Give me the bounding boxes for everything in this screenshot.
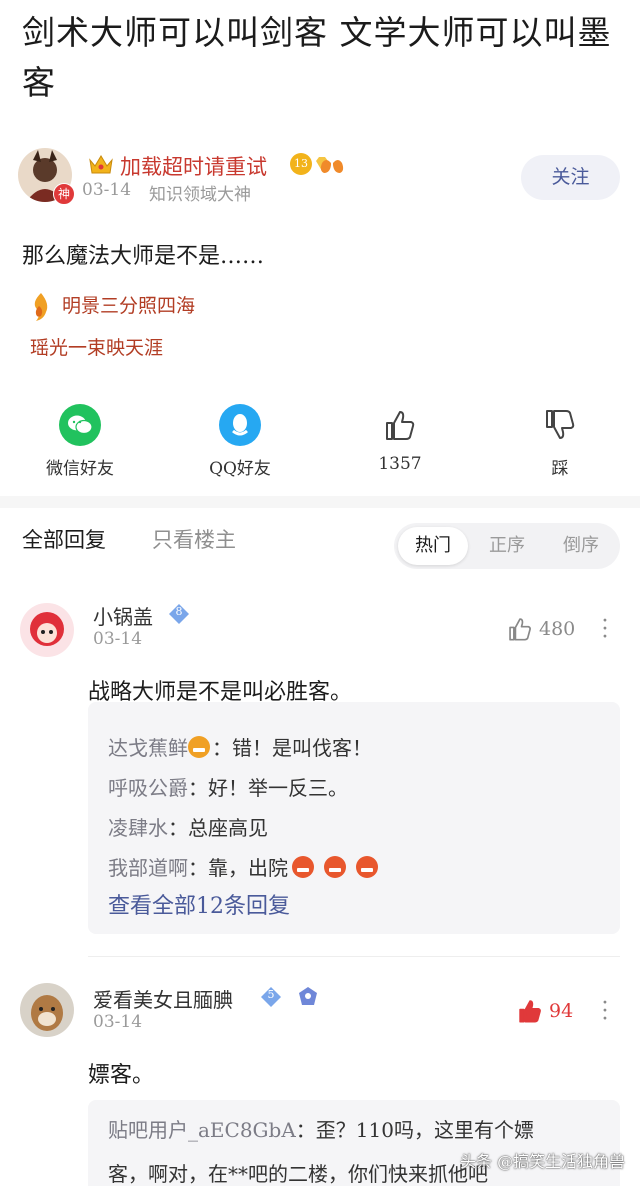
crown-icon — [88, 152, 114, 176]
thumbs-down-icon — [539, 404, 581, 446]
like-count: 1357 — [378, 454, 422, 474]
angel-emoji-icon — [188, 736, 210, 758]
comment-like-count: 94 — [549, 1000, 574, 1022]
thumbs-up-filled-icon — [519, 1000, 541, 1023]
comment-date: 03-14 — [93, 1012, 143, 1032]
more-options-icon[interactable]: · · · — [598, 993, 612, 1031]
commenter-avatar[interactable] — [20, 983, 74, 1037]
qq-icon — [219, 404, 261, 446]
qq-label: QQ好友 — [209, 459, 271, 479]
reply-text: ：好！举一反三。 — [188, 776, 348, 800]
reply-text: ：靠，出院 — [188, 856, 288, 880]
tab-op-only[interactable]: 只看楼主 — [152, 524, 236, 554]
see-all-replies-link[interactable]: 查看全部12条回复 — [108, 888, 290, 920]
dislike-label: 踩 — [551, 459, 569, 479]
reply-text: ：总座高见 — [168, 816, 268, 840]
comment-separator — [88, 956, 620, 957]
avatar-god-badge: 神 — [53, 183, 75, 205]
author-name[interactable]: 加载超时请重试 — [120, 151, 267, 181]
signature-line-1: 明景三分照四海 — [62, 295, 196, 317]
comment-text: 嫖客。 — [88, 1063, 155, 1088]
share-qq[interactable]: QQ好友 — [190, 404, 290, 479]
reply-text: ：歪？110吗，这里有个嫖 — [295, 1118, 534, 1142]
comment-date: 03-14 — [93, 629, 143, 649]
reply-user[interactable]: 呼吸公爵 — [108, 776, 188, 800]
section-divider — [0, 496, 640, 508]
wechat-label: 微信好友 — [46, 459, 114, 479]
lungs-icon — [318, 153, 346, 179]
level-diamond-icon: 5 — [260, 986, 282, 1008]
comment-like-button[interactable]: 94 — [517, 998, 573, 1024]
author-title: 知识领域大神 — [149, 185, 251, 205]
like-post-button[interactable]: 1357 — [350, 404, 450, 474]
angry-emoji-icon — [292, 856, 314, 878]
comment-like-button[interactable]: 480 — [507, 616, 575, 642]
comment-like-count: 480 — [539, 618, 576, 640]
reply-box: 达戈蕉鲜 ：错！是叫伐客！ 呼吸公爵：好！举一反三。 凌肆水：总座高见 我部道啊：… — [88, 702, 620, 934]
share-wechat[interactable]: 微信好友 — [30, 404, 130, 479]
reply-box: 贴吧用户_aEC8GbA：歪？110吗，这里有个嫖 客，啊对，在**吧的二楼，你… — [88, 1100, 620, 1186]
level-diamond-icon: 8 — [168, 603, 190, 625]
reply-user[interactable]: 贴吧用户_aEC8GbA — [108, 1118, 296, 1142]
sort-descending[interactable]: 倒序 — [546, 527, 616, 565]
thumbs-up-icon — [509, 618, 531, 641]
reply-item[interactable]: 我部道啊：靠，出院 — [108, 852, 378, 881]
commenter-name[interactable]: 小锅盖 — [93, 601, 153, 630]
dislike-button[interactable]: 踩 — [510, 404, 610, 479]
flame-icon — [30, 292, 52, 326]
more-options-icon[interactable]: · · · — [598, 611, 612, 649]
reply-item[interactable]: 凌肆水：总座高见 — [108, 812, 268, 841]
watermark: 头条 @搞笑生活独角兽 — [460, 1152, 626, 1171]
commenter-avatar[interactable] — [20, 603, 74, 657]
post-title: 剑术大师可以叫剑客 文学大师可以叫墨客 — [22, 13, 612, 102]
reply-user[interactable]: 达戈蕉鲜 — [108, 736, 188, 760]
reply-text: ：错！是叫伐客！ — [212, 736, 372, 760]
thumbs-up-icon — [379, 404, 421, 446]
reply-item[interactable]: 呼吸公爵：好！举一反三。 — [108, 772, 348, 801]
angry-emoji-icon — [356, 856, 378, 878]
sort-ascending[interactable]: 正序 — [472, 527, 542, 565]
post-content: 那么魔法大师是不是…… — [22, 244, 265, 269]
wechat-icon — [59, 404, 101, 446]
follow-button[interactable]: 关注 — [521, 155, 620, 200]
reply-item[interactable]: 贴吧用户_aEC8GbA：歪？110吗，这里有个嫖 — [108, 1114, 534, 1143]
commenter-name[interactable]: 爱看美女且腼腆 — [93, 984, 233, 1013]
reply-item-continued: 客，啊对，在**吧的二楼，你们快来抓他吧 — [108, 1162, 488, 1186]
sort-toggle: 热门 正序 倒序 — [394, 523, 620, 569]
tab-all-replies[interactable]: 全部回复 — [22, 524, 106, 554]
angry-emoji-icon — [324, 856, 346, 878]
level-badge-icon: 13 — [290, 153, 312, 175]
sort-hot[interactable]: 热门 — [398, 527, 468, 565]
reply-user[interactable]: 我部道啊 — [108, 856, 188, 880]
reply-user[interactable]: 凌肆水 — [108, 816, 168, 840]
post-date: 03-14 — [82, 180, 132, 200]
member-badge-icon — [296, 985, 320, 1011]
signature-line-2: 瑶光一束映天涯 — [30, 337, 164, 359]
reply-item[interactable]: 达戈蕉鲜 ：错！是叫伐客！ — [108, 732, 372, 761]
